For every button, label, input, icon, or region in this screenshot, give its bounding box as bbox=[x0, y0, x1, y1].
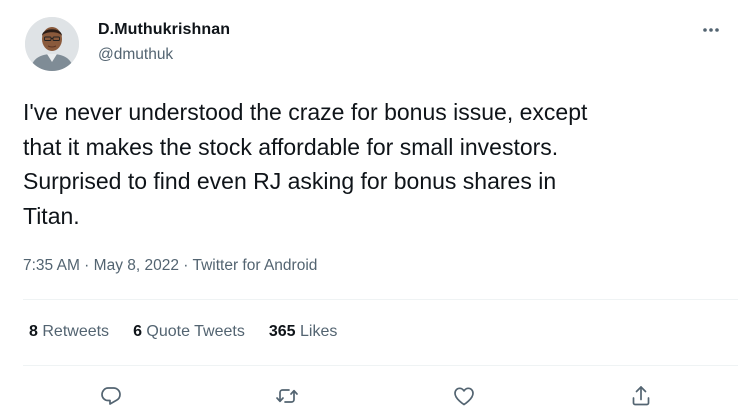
tweet-card: D.Muthukrishnan @dmuthuk I've never unde… bbox=[0, 0, 738, 415]
like-button[interactable] bbox=[448, 380, 480, 412]
share-button[interactable] bbox=[625, 380, 657, 412]
retweets-count: 8 bbox=[29, 323, 38, 340]
likes-count: 365 bbox=[268, 323, 296, 340]
retweet-button[interactable] bbox=[271, 380, 303, 412]
author-handle[interactable]: @dmuthuk bbox=[98, 46, 173, 64]
likes-stat[interactable]: 365 Likes bbox=[269, 323, 338, 341]
like-icon bbox=[454, 387, 474, 406]
more-options-button[interactable] bbox=[698, 22, 724, 38]
reply-button[interactable] bbox=[95, 380, 127, 412]
avatar-photo-icon bbox=[25, 17, 79, 71]
retweet-icon bbox=[276, 389, 298, 403]
meta-separator: · bbox=[178, 257, 193, 274]
reply-icon bbox=[101, 387, 121, 405]
quote-tweets-count: 6 bbox=[133, 323, 142, 340]
retweets-label: Retweets bbox=[42, 323, 110, 340]
tweet-text: I've never understood the craze for bonu… bbox=[23, 99, 588, 229]
tweet-time[interactable]: 7:35 AM bbox=[23, 257, 80, 274]
more-icon bbox=[703, 28, 719, 32]
meta-separator: · bbox=[79, 257, 94, 274]
divider bbox=[23, 299, 738, 300]
tweet-date[interactable]: May 8, 2022 bbox=[94, 257, 179, 274]
likes-label: Likes bbox=[300, 323, 338, 340]
author-avatar[interactable] bbox=[25, 17, 79, 71]
tweet-metadata: 7:35 AM · May 8, 2022 · Twitter for Andr… bbox=[23, 257, 317, 275]
action-bar bbox=[0, 380, 738, 412]
share-icon bbox=[632, 386, 650, 406]
retweets-stat[interactable]: 8 Retweets bbox=[29, 323, 109, 341]
tweet-source[interactable]: Twitter for Android bbox=[192, 257, 317, 274]
divider bbox=[23, 365, 738, 366]
quote-tweets-label: Quote Tweets bbox=[146, 323, 245, 340]
author-display-name[interactable]: D.Muthukrishnan bbox=[98, 21, 230, 39]
quote-tweets-stat[interactable]: 6 Quote Tweets bbox=[133, 323, 245, 341]
engagement-stats: 8 Retweets 6 Quote Tweets 365 Likes bbox=[29, 323, 337, 341]
